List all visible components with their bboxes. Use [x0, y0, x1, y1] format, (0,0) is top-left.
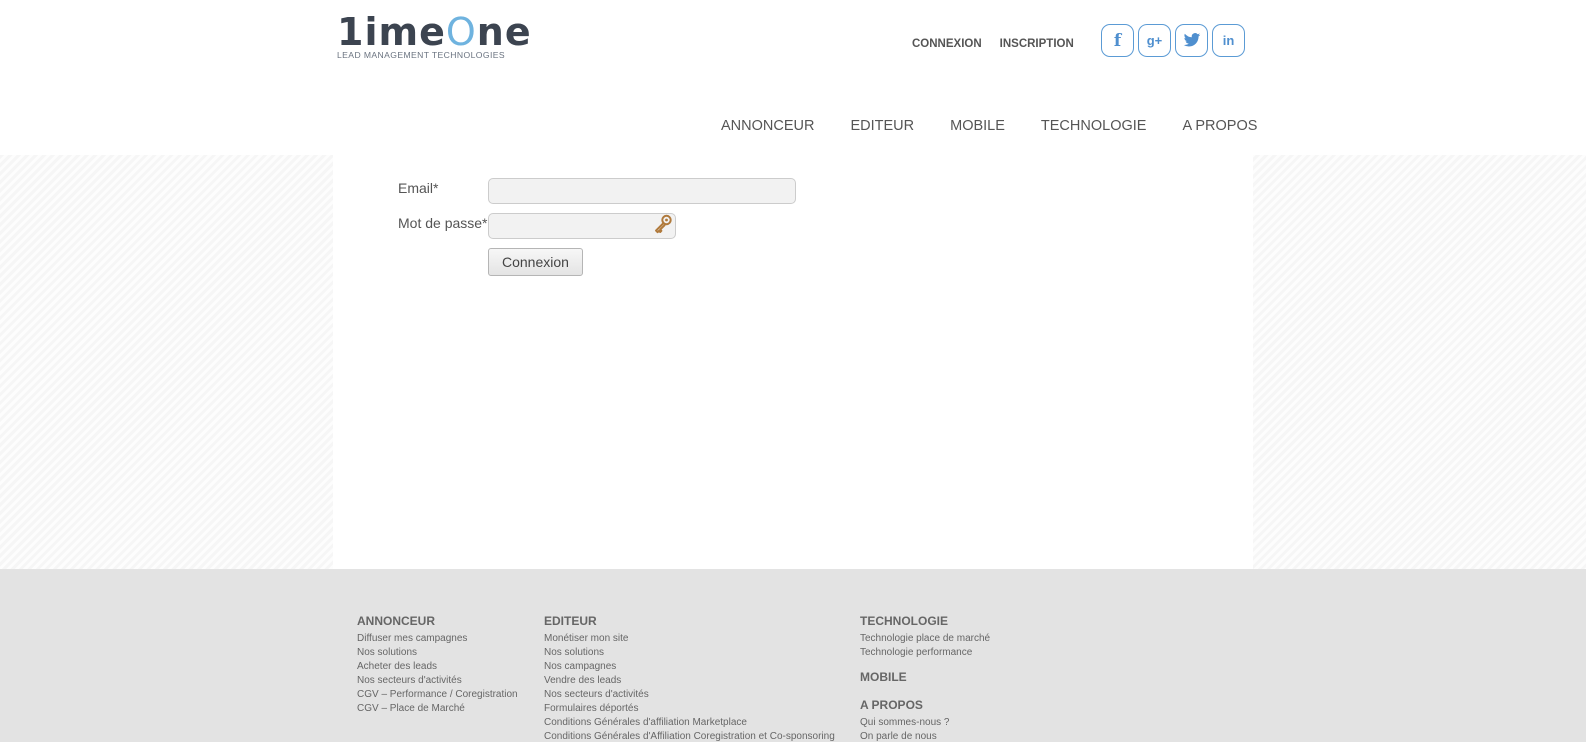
footer-link[interactable]: Conditions Générales d'affiliation Marke…: [544, 716, 835, 730]
footer-heading-editeur[interactable]: EDITEUR: [544, 614, 835, 628]
login-submit-button[interactable]: Connexion: [488, 248, 583, 276]
logo-tagline: LEAD MANAGEMENT TECHNOLOGIES: [337, 50, 505, 60]
content-background: Email* Mot de passe* Connexion: [0, 155, 1586, 569]
email-label: Email*: [398, 180, 439, 196]
footer-link[interactable]: Nos solutions: [357, 646, 518, 660]
footer-column-technologie: TECHNOLOGIE Technologie place de marché …: [860, 614, 990, 742]
nav-editeur[interactable]: EDITEUR: [850, 118, 914, 134]
footer-link[interactable]: Conditions Générales d'Affiliation Coreg…: [544, 730, 835, 742]
twitter-icon[interactable]: [1175, 24, 1208, 57]
password-field[interactable]: [488, 213, 676, 239]
footer-heading-annonceur[interactable]: ANNONCEUR: [357, 614, 518, 628]
linkedin-icon[interactable]: in: [1212, 24, 1245, 57]
footer-heading-a-propos[interactable]: A PROPOS: [860, 698, 990, 712]
footer-link[interactable]: CGV – Performance / Coregistration: [357, 688, 518, 702]
footer-link[interactable]: CGV – Place de Marché: [357, 702, 518, 716]
nav-annonceur[interactable]: ANNONCEUR: [721, 118, 814, 134]
footer-link[interactable]: Qui sommes-nous ?: [860, 716, 990, 730]
footer-link[interactable]: Formulaires déportés: [544, 702, 835, 716]
footer-spacer: [860, 660, 990, 670]
footer-link[interactable]: Technologie place de marché: [860, 632, 990, 646]
email-field[interactable]: [488, 178, 796, 204]
main-navigation: ANNONCEUR EDITEUR MOBILE TECHNOLOGIE A P…: [721, 118, 1257, 134]
footer-link[interactable]: Monétiser mon site: [544, 632, 835, 646]
footer-column-annonceur: ANNONCEUR Diffuser mes campagnes Nos sol…: [357, 614, 518, 716]
footer-link[interactable]: Diffuser mes campagnes: [357, 632, 518, 646]
footer-link[interactable]: Nos secteurs d'activités: [544, 688, 835, 702]
footer-heading-technologie[interactable]: TECHNOLOGIE: [860, 614, 990, 628]
footer-link[interactable]: Nos secteurs d'activités: [357, 674, 518, 688]
social-links: f g+ in: [1101, 24, 1245, 57]
facebook-icon[interactable]: f: [1101, 24, 1134, 57]
signup-link[interactable]: INSCRIPTION: [1000, 38, 1074, 50]
nav-a-propos[interactable]: A PROPOS: [1182, 118, 1257, 134]
footer-link[interactable]: Vendre des leads: [544, 674, 835, 688]
site-header: 1imeOne LEAD MANAGEMENT TECHNOLOGIES CON…: [0, 0, 1586, 155]
footer-link[interactable]: Technologie performance: [860, 646, 990, 660]
footer-heading-mobile[interactable]: MOBILE: [860, 670, 990, 684]
footer-link[interactable]: Nos solutions: [544, 646, 835, 660]
key-icon: [655, 214, 672, 234]
footer-link[interactable]: On parle de nous: [860, 730, 990, 742]
google-plus-icon[interactable]: g+: [1138, 24, 1171, 57]
footer-spacer: [860, 688, 990, 698]
footer-link[interactable]: Acheter des leads: [357, 660, 518, 674]
footer-column-editeur: EDITEUR Monétiser mon site Nos solutions…: [544, 614, 835, 742]
nav-mobile[interactable]: MOBILE: [950, 118, 1005, 134]
password-label: Mot de passe*: [398, 215, 488, 231]
account-links: CONNEXION INSCRIPTION: [912, 38, 1074, 50]
timeone-logo[interactable]: 1imeOne LEAD MANAGEMENT TECHNOLOGIES: [337, 10, 531, 62]
site-footer: ANNONCEUR Diffuser mes campagnes Nos sol…: [0, 569, 1586, 742]
nav-technologie[interactable]: TECHNOLOGIE: [1041, 118, 1147, 134]
logo-wordmark: 1imeOne: [337, 10, 532, 54]
login-content: Email* Mot de passe* Connexion: [333, 155, 1253, 569]
login-link[interactable]: CONNEXION: [912, 38, 982, 50]
footer-link[interactable]: Nos campagnes: [544, 660, 835, 674]
twitter-bird-glyph: [1183, 33, 1200, 47]
